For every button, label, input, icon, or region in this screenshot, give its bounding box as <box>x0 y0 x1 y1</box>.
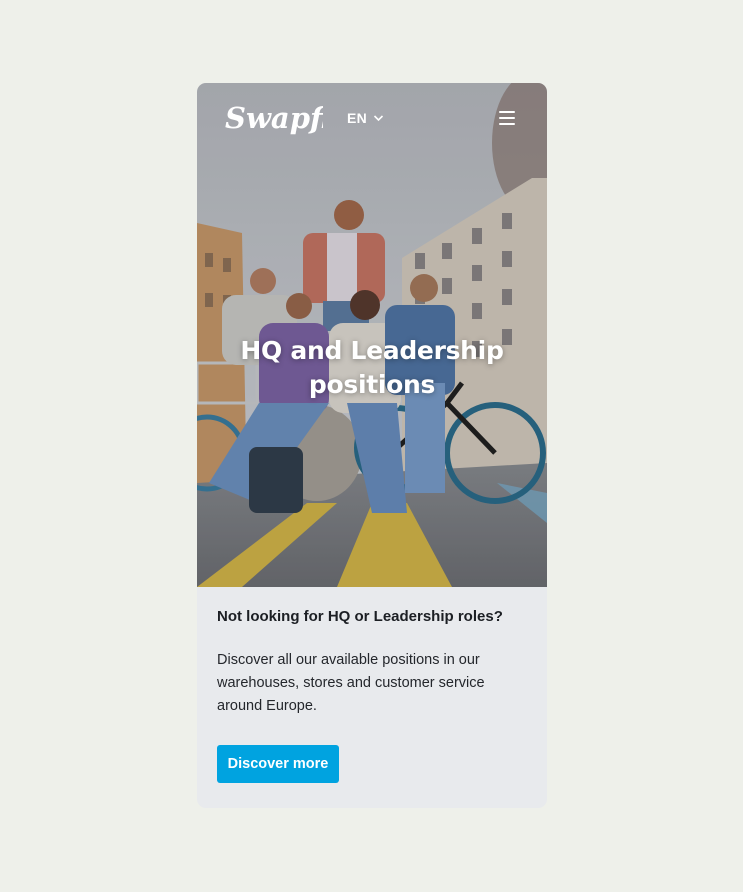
section-heading: Not looking for HQ or Leadership roles? <box>217 608 503 625</box>
section-description: Discover all our available positions in … <box>217 652 485 714</box>
careers-card: Swapfiets EN HQ and Leadership positions… <box>197 83 547 808</box>
svg-text:Swapfiets: Swapfiets <box>225 101 323 135</box>
hero-title: HQ and Leadership positions <box>240 336 504 399</box>
language-selector[interactable]: EN <box>347 110 384 126</box>
discover-more-button[interactable]: Discover more <box>217 745 339 783</box>
site-header: Swapfiets EN <box>197 83 547 153</box>
chevron-down-icon <box>373 115 384 122</box>
hero-banner: Swapfiets EN HQ and Leadership positions <box>197 83 547 587</box>
language-label: EN <box>347 110 368 126</box>
hamburger-menu-icon[interactable] <box>497 110 519 126</box>
swapfiets-logo[interactable]: Swapfiets <box>223 95 323 139</box>
